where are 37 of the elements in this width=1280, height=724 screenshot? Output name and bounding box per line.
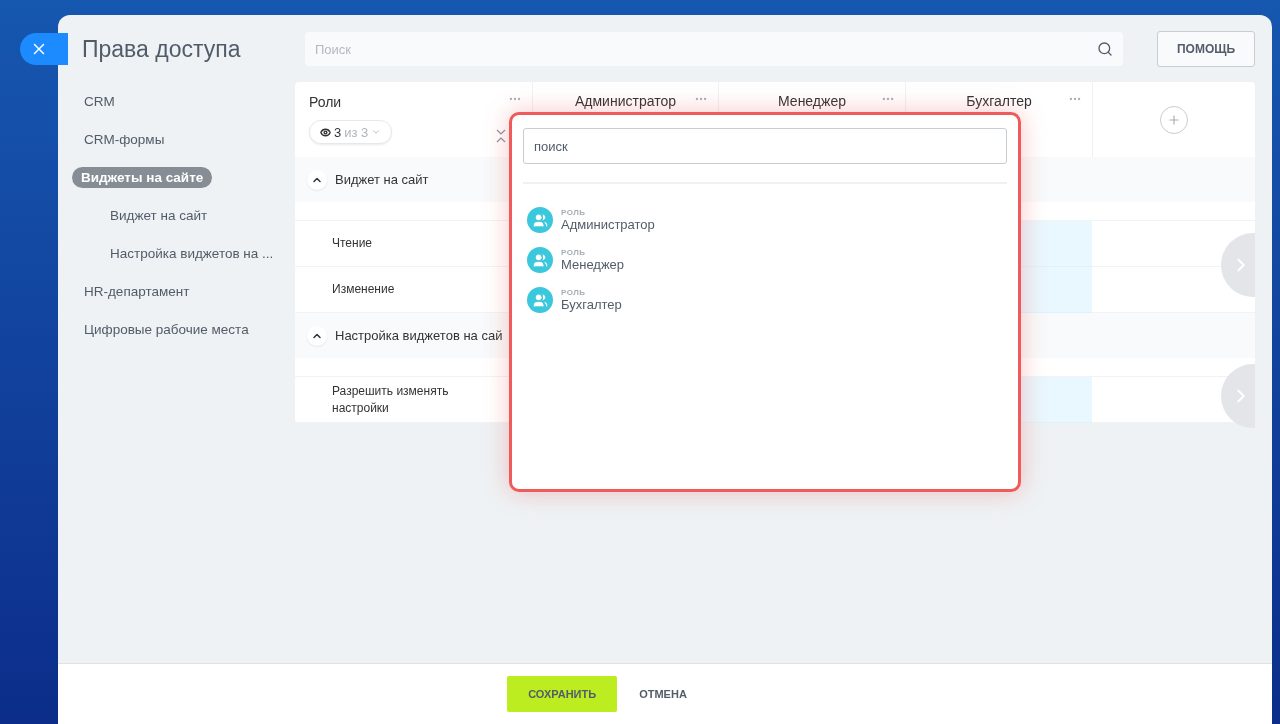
section-title: Виджет на сайт (335, 172, 429, 187)
close-button[interactable] (20, 33, 68, 65)
search-field[interactable]: поиск (523, 128, 1007, 164)
collapse-toggle[interactable] (307, 169, 327, 190)
sidebar-item[interactable]: HR-департамент (72, 272, 202, 310)
role-name: Менеджер (561, 257, 625, 272)
sidebar-item[interactable]: Цифровые рабочие места (72, 310, 261, 348)
role-caption: РОЛЬ (561, 288, 587, 297)
page-title: Права доступа (81, 35, 242, 63)
column-header: Роли (309, 94, 342, 110)
role-caption: РОЛЬ (561, 248, 587, 257)
role-caption: РОЛЬ (561, 208, 587, 217)
save-button[interactable]: СОХРАНИТЬ (507, 676, 618, 712)
column-header: Бухгалтер (966, 93, 1032, 111)
sidebar-item[interactable]: CRM (72, 82, 127, 120)
role-name: Администратор (561, 217, 655, 232)
add-column-button[interactable] (1160, 105, 1188, 134)
users-icon (527, 247, 553, 273)
search-icon (1097, 41, 1113, 57)
role-filter[interactable]: 3 из 3 (309, 120, 393, 144)
role-name: Бухгалтер (561, 297, 622, 312)
collapse-toggle[interactable] (307, 325, 327, 346)
column-header: Менеджер (778, 93, 846, 111)
sidebar-item[interactable]: Виджет на сайт (98, 196, 220, 234)
sidebar-item[interactable]: Настройка виджетов на ... (98, 234, 286, 272)
eye-icon (320, 126, 331, 138)
users-icon (527, 207, 553, 233)
section-title: Настройка виджетов на сай (335, 328, 503, 343)
caret-icon (371, 127, 382, 137)
help-button[interactable]: ПОМОЩЬ (1157, 31, 1255, 67)
cancel-button[interactable]: ОТМЕНА (633, 687, 693, 701)
column-header: Администратор (575, 93, 676, 111)
sidebar-item[interactable]: CRM-формы (72, 120, 177, 158)
collapse-icon[interactable] (496, 129, 506, 143)
users-icon (527, 287, 553, 313)
plus-icon (1167, 112, 1181, 127)
search-field[interactable]: Поиск (305, 32, 1123, 66)
